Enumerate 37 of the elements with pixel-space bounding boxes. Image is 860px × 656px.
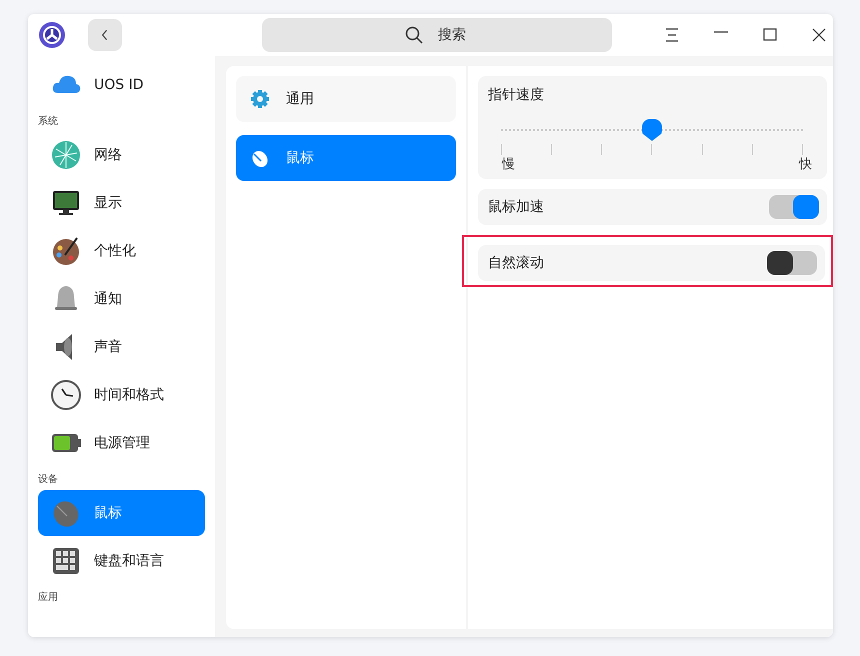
gear-icon [250,89,270,109]
setting-label: 指针速度 [488,86,545,104]
toggle-switch[interactable] [767,251,817,275]
sidebar-item[interactable]: 网络 [38,132,205,178]
search-field[interactable]: 搜索 [262,18,612,52]
slider-max-label: 快 [799,156,812,173]
sidebar-item[interactable]: 键盘和语言 [38,538,205,584]
menu-icon[interactable] [664,28,680,42]
sidebar-item[interactable]: 时间和格式 [38,372,205,418]
group-title: 应用 [38,590,59,605]
sidebar-item[interactable]: 个性化 [38,228,205,274]
subnav-item[interactable]: 通用 [236,76,456,122]
search-icon [405,26,423,44]
sidebar-item[interactable]: 通知 [38,276,205,322]
sidebar-item[interactable]: 显示 [38,180,205,226]
close-icon[interactable] [811,28,827,42]
back-chevron-icon [101,29,109,41]
globe-icon [50,139,82,171]
setting-label: 鼠标加速 [488,198,544,216]
subnav-item[interactable]: 鼠标 [236,135,456,181]
keyboard-icon [50,545,82,577]
palette-icon [50,235,82,267]
group-title: 设备 [38,473,59,487]
setting-label: 自然滚动 [488,254,544,272]
gear-logo-icon [38,21,66,49]
sidebar-item[interactable]: 电源管理 [38,420,205,466]
mouse-icon [250,148,270,168]
group-title: 系统 [38,114,59,129]
clock-icon [50,379,82,411]
sidebar-item[interactable]: 声音 [38,324,205,370]
toggle-switch[interactable] [769,195,819,219]
slider-thumb[interactable] [642,119,662,141]
sidebar-item[interactable]: UOS ID [38,62,205,108]
sidebar-item[interactable]: 鼠标 [38,490,205,536]
slider-track[interactable] [501,118,803,142]
slider-min-label: 慢 [502,156,515,173]
maximize-icon[interactable] [762,28,778,42]
